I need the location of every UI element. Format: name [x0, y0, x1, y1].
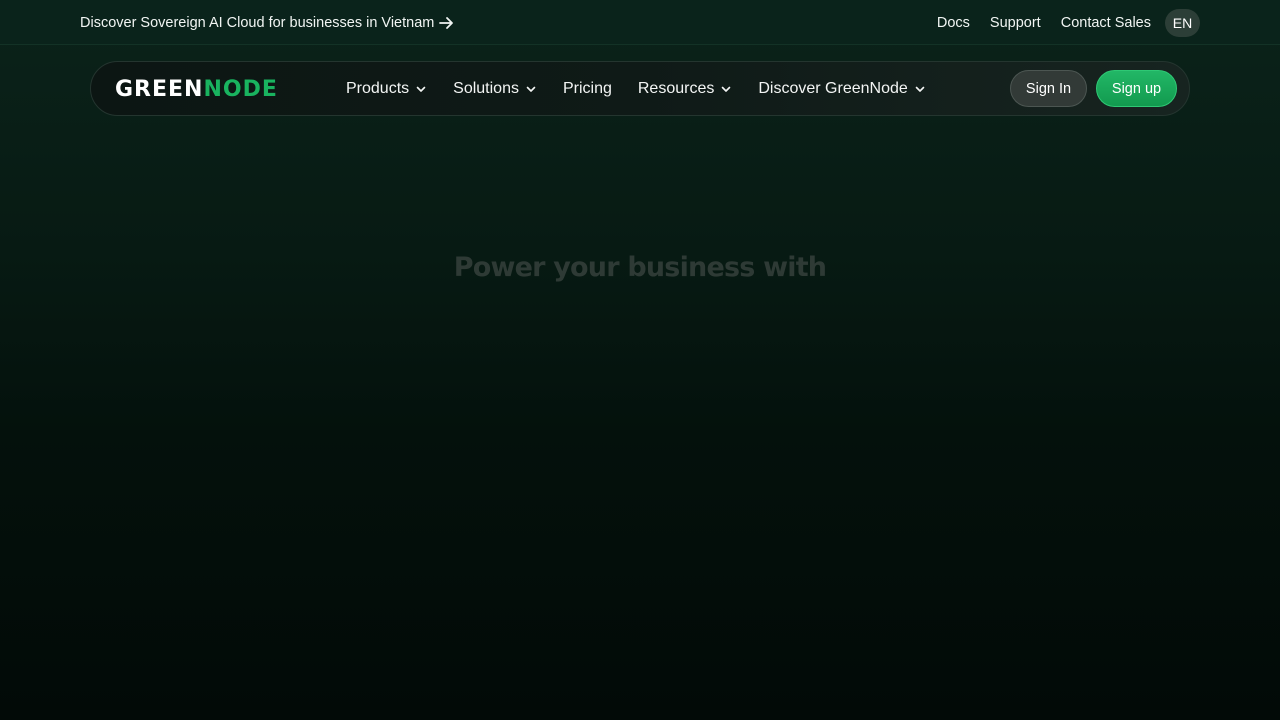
nav-solutions-label: Solutions	[453, 79, 519, 97]
nav-solutions[interactable]: Solutions	[453, 80, 537, 98]
chevron-down-icon	[915, 86, 925, 92]
announcement-text: Discover Sovereign AI Cloud for business…	[80, 14, 435, 31]
nav-menu: Products Solutions Pricing Resources Dis…	[346, 62, 952, 115]
hero-title: Power your business with	[453, 252, 827, 283]
announcement-link[interactable]: Discover Sovereign AI Cloud for business…	[80, 0, 454, 45]
chevron-down-icon	[416, 86, 426, 92]
nav-discover-greennode-label: Discover GreenNode	[758, 79, 908, 97]
contact-sales-link[interactable]: Contact Sales	[1061, 15, 1151, 31]
nav-resources-label: Resources	[637, 79, 715, 97]
nav-products-label: Products	[346, 79, 410, 97]
language-selector[interactable]: EN	[1165, 8, 1200, 37]
announcement-bar: Discover Sovereign AI Cloud for business…	[0, 0, 1280, 45]
arrow-right-icon	[439, 16, 454, 29]
logo-text-node: NODE	[203, 76, 278, 102]
nav-discover-greennode[interactable]: Discover GreenNode	[758, 80, 925, 98]
nav-resources[interactable]: Resources	[638, 80, 732, 98]
nav-pricing[interactable]: Pricing	[563, 80, 612, 98]
logo-text-green: GREEN	[115, 76, 204, 102]
main-navbar: GREEN NODE Products Solutions Pricing Res…	[90, 61, 1190, 116]
chevron-down-icon	[722, 86, 731, 92]
chevron-down-icon	[526, 86, 536, 92]
top-links: Docs Support Contact Sales EN	[937, 0, 1200, 45]
sign-up-button[interactable]: Sign up	[1096, 70, 1177, 107]
auth-buttons: Sign In Sign up	[1010, 70, 1177, 107]
greennode-logo[interactable]: GREEN NODE	[115, 76, 278, 102]
nav-products[interactable]: Products	[346, 80, 427, 98]
docs-link[interactable]: Docs	[937, 15, 970, 31]
nav-pricing-label: Pricing	[562, 79, 612, 97]
sign-in-button[interactable]: Sign In	[1010, 70, 1087, 107]
support-link[interactable]: Support	[990, 15, 1041, 31]
